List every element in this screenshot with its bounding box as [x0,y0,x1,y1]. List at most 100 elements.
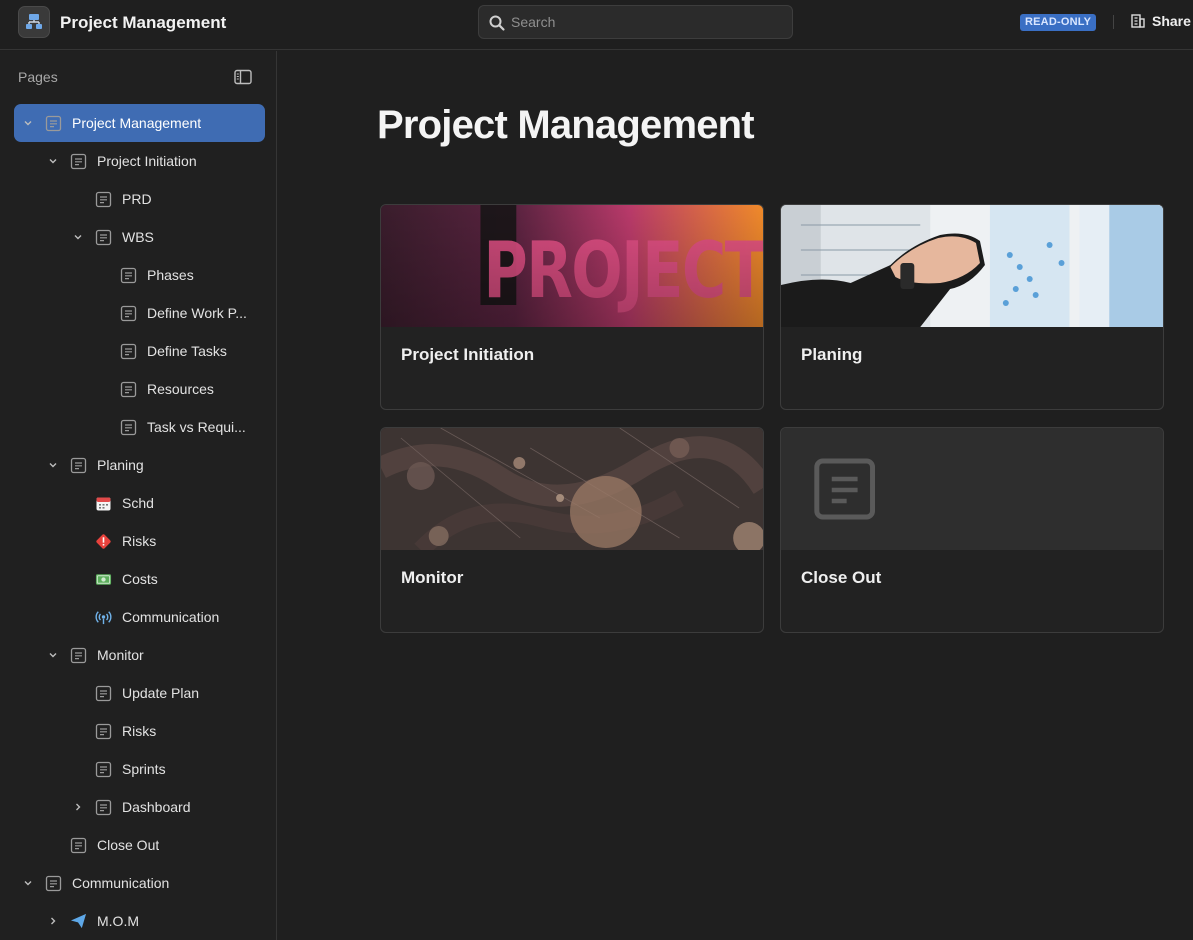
sidebar-item-label: Project Initiation [97,153,197,169]
page-icon [45,875,62,892]
sidebar-item[interactable]: Planing [14,446,265,484]
page-icon [120,305,137,322]
page-icon [70,837,87,854]
projects-sign-cover-image: PROJECTS [381,205,763,327]
search-box[interactable] [478,5,793,39]
sidebar-item-label: Resources [147,381,214,397]
sidebar-item[interactable]: Communication [14,598,265,636]
sidebar-item[interactable]: PRD [14,180,265,218]
sidebar-item-label: Risks [122,533,157,549]
sidebar-item[interactable]: Schd [14,484,265,522]
sidebar-item[interactable]: Define Work P... [14,294,265,332]
share-button[interactable]: Share [1130,13,1191,29]
sidebar-item-label: Project Management [72,115,202,131]
page-icon [120,381,137,398]
sidebar-item[interactable]: Monitor [14,636,265,674]
calendar-icon [95,495,112,512]
sidebar-item[interactable]: Risks [14,712,265,750]
page-title: Project Management [377,103,755,147]
sidebar-item[interactable]: Define Tasks [14,332,265,370]
sidebar-item[interactable]: Dashboard [14,788,265,826]
sidebar-item-label: Schd [122,495,154,511]
page-tree: Project Management Project Initiation PRD W… [14,104,265,940]
app-logo-icon[interactable] [18,6,50,38]
sidebar-item[interactable]: M.O.M [14,902,265,940]
sidebar-item[interactable]: Sprints [14,750,265,788]
page-icon [120,267,137,284]
sidebar-item[interactable]: Phases [14,256,265,294]
building-icon [1131,14,1145,28]
card-title: Planing [801,345,863,364]
sidebar-item[interactable]: Update Plan [14,674,265,712]
main-content: Project Management PROJECTS Project Ini [278,51,1193,940]
sidebar-item[interactable]: Close Out [14,826,265,864]
page-icon [95,229,112,246]
card-project-initiation[interactable]: PROJECTS Project Initiation [380,204,764,410]
sidebar-item[interactable]: WBS [14,218,265,256]
sidebar-item-label: PRD [122,191,152,207]
chevron-down-icon[interactable] [70,229,86,245]
card-title: Monitor [401,568,464,587]
divider [1113,15,1114,29]
page-icon [95,761,112,778]
search-input[interactable] [511,6,781,38]
chevron-down-icon[interactable] [45,647,61,663]
bokeh-network-cover-image [381,428,763,550]
page-icon [95,799,112,816]
page-icon [95,685,112,702]
card-title: Project Initiation [401,345,535,364]
paper-plane-icon [70,913,87,930]
chevron-down-icon[interactable] [20,875,36,891]
sidebar-item-label: Update Plan [122,685,200,701]
page-icon [120,343,137,360]
broadcast-icon [95,609,112,626]
page-icon [70,457,87,474]
sidebar-item[interactable]: Costs [14,560,265,598]
page-icon [45,115,62,132]
sidebar-item-label: Monitor [97,647,144,663]
planning-board-cover-image [781,205,1163,327]
sidebar-item[interactable]: Task vs Requi... [14,408,265,446]
top-bar: Project Management READ-ONLY Share [0,0,1193,50]
sidebar-item[interactable]: Project Initiation [14,142,265,180]
page-icon [95,191,112,208]
chevron-down-icon[interactable] [45,153,61,169]
sidebar-item-label: Define Work P... [147,305,247,321]
chevron-right-icon[interactable] [70,799,86,815]
page-icon [120,419,137,436]
sidebar-item-label: Costs [122,571,158,587]
page-placeholder-cover [781,428,1163,550]
warning-diamond-icon [95,533,112,550]
pages-section-label: Pages [18,69,58,85]
sidebar-toggle-icon[interactable] [234,69,252,85]
page-icon [70,153,87,170]
sidebar-item[interactable]: Resources [14,370,265,408]
sidebar-item[interactable]: Communication [14,864,265,902]
page-icon [95,723,112,740]
sidebar-item[interactable]: Project Management [14,104,265,142]
card-close-out[interactable]: Close Out [780,427,1164,633]
sidebar-item-label: Task vs Requi... [147,419,246,435]
sidebar-item-label: Phases [147,267,194,283]
money-icon [95,571,112,588]
chevron-right-icon[interactable] [45,913,61,929]
card-planing[interactable]: Planing [780,204,1164,410]
sidebar-item-label: WBS [122,229,154,245]
sidebar-item[interactable]: Risks [14,522,265,560]
read-only-badge: READ-ONLY [1020,14,1097,31]
sidebar-item-label: Define Tasks [147,343,227,359]
share-label: Share [1152,13,1191,29]
sidebar: Pages Project Management Project Initiati… [0,51,277,940]
card-title: Close Out [801,568,882,587]
chevron-down-icon[interactable] [45,457,61,473]
card-monitor[interactable]: Monitor [380,427,764,633]
chevron-down-icon[interactable] [20,115,36,131]
sidebar-item-label: Dashboard [122,799,191,815]
sidebar-item-label: Close Out [97,837,160,853]
page-icon [70,647,87,664]
sidebar-item-label: Communication [72,875,170,891]
sidebar-item-label: Sprints [122,761,166,777]
search-icon [489,15,505,31]
sidebar-item-label: M.O.M [97,913,139,929]
sidebar-item-label: Communication [122,609,220,625]
